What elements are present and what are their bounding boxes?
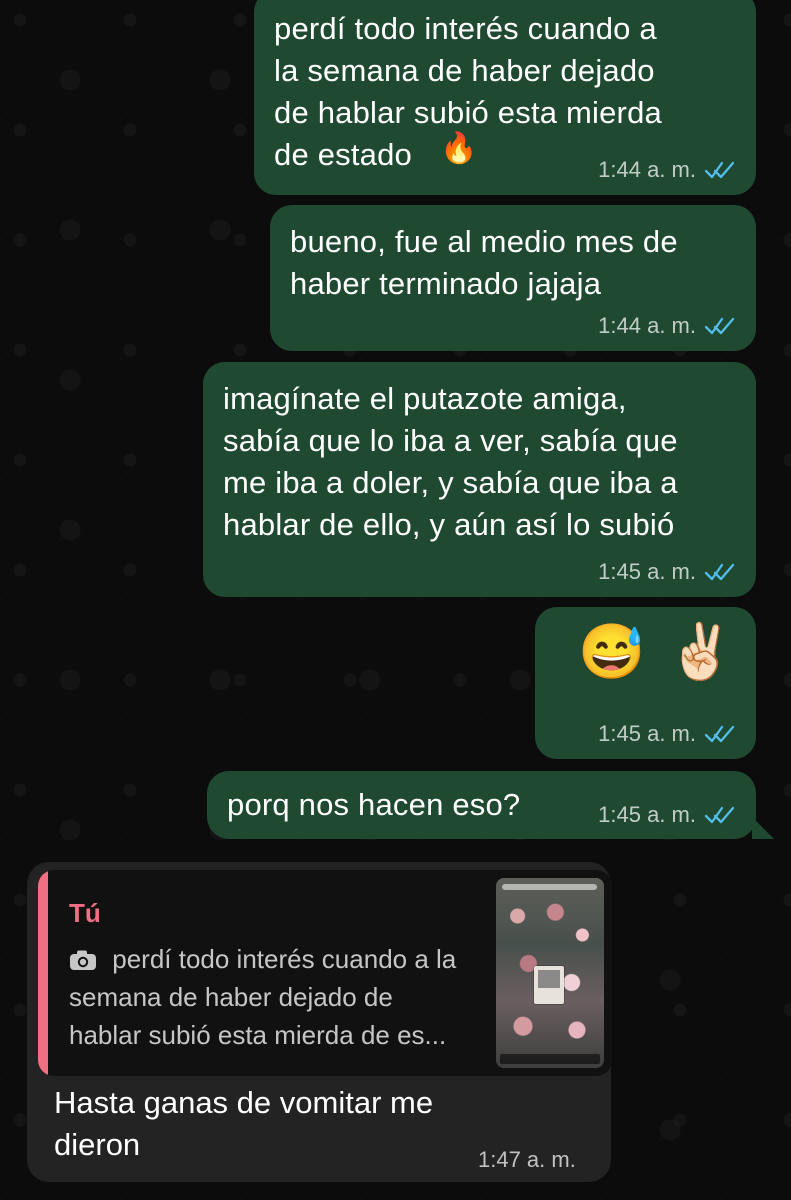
- message-time: 1:44 a. m.: [598, 157, 696, 182]
- reply-accent-bar: [38, 870, 48, 1076]
- quoted-message-snippet: perdí todo interés cuando a la semana de…: [69, 940, 499, 1054]
- double-check-icon: [704, 806, 735, 824]
- message-meta: 1:45 a. m.: [598, 561, 736, 583]
- outgoing-message[interactable]: 😅 ✌🏻 1:45 a. m.: [535, 607, 756, 759]
- message-time: 1:45 a. m.: [598, 559, 696, 584]
- message-meta: 1:44 a. m.: [598, 315, 736, 337]
- sweat-smile-emoji: 😅: [578, 622, 646, 682]
- double-check-icon: [704, 317, 735, 335]
- message-time: 1:47 a. m.: [478, 1147, 576, 1172]
- camera-icon: [70, 950, 96, 970]
- message-text: bueno, fue al medio mes de haber termina…: [290, 224, 678, 301]
- double-check-icon: [704, 161, 735, 179]
- fire-emoji: 🔥: [440, 132, 478, 165]
- message-meta: 1:45 a. m.: [598, 804, 736, 826]
- quoted-message-card[interactable]: Tú perdí todo interés cuando a la semana…: [38, 870, 612, 1076]
- outgoing-message[interactable]: bueno, fue al medio mes de haber termina…: [270, 205, 756, 351]
- emoji-row: 😅 ✌🏻: [578, 625, 735, 679]
- outgoing-message[interactable]: porq nos hacen eso? 1:45 a. m.: [207, 771, 756, 839]
- message-meta: 1:44 a. m.: [598, 159, 736, 181]
- status-thumbnail[interactable]: [496, 878, 604, 1068]
- double-check-icon: [704, 563, 735, 581]
- message-time: 1:45 a. m.: [598, 721, 696, 746]
- quoted-author: Tú: [69, 898, 101, 928]
- message-text: porq nos hacen eso?: [227, 787, 521, 822]
- message-text: perdí todo interés cuando a la semana de…: [274, 11, 662, 172]
- message-meta: 1:47 a. m.: [478, 1149, 576, 1171]
- outgoing-message[interactable]: perdí todo interés cuando a la semana de…: [254, 0, 756, 195]
- message-time: 1:45 a. m.: [598, 802, 696, 827]
- outgoing-message[interactable]: imagínate el putazote amiga, sabía que l…: [203, 362, 756, 597]
- message-text: Hasta ganas de vomitar me dieron: [54, 1085, 434, 1162]
- victory-hand-emoji: ✌🏻: [667, 622, 735, 682]
- message-time: 1:44 a. m.: [598, 313, 696, 338]
- message-meta: 1:45 a. m.: [598, 723, 736, 745]
- message-text: imagínate el putazote amiga, sabía que l…: [223, 381, 678, 542]
- thumbnail-footer: [500, 1054, 600, 1064]
- photo-card: [534, 966, 564, 1004]
- double-check-icon: [704, 725, 735, 743]
- thumbnail-header: [502, 884, 597, 890]
- quoted-message-text: perdí todo interés cuando a la semana de…: [69, 944, 457, 1050]
